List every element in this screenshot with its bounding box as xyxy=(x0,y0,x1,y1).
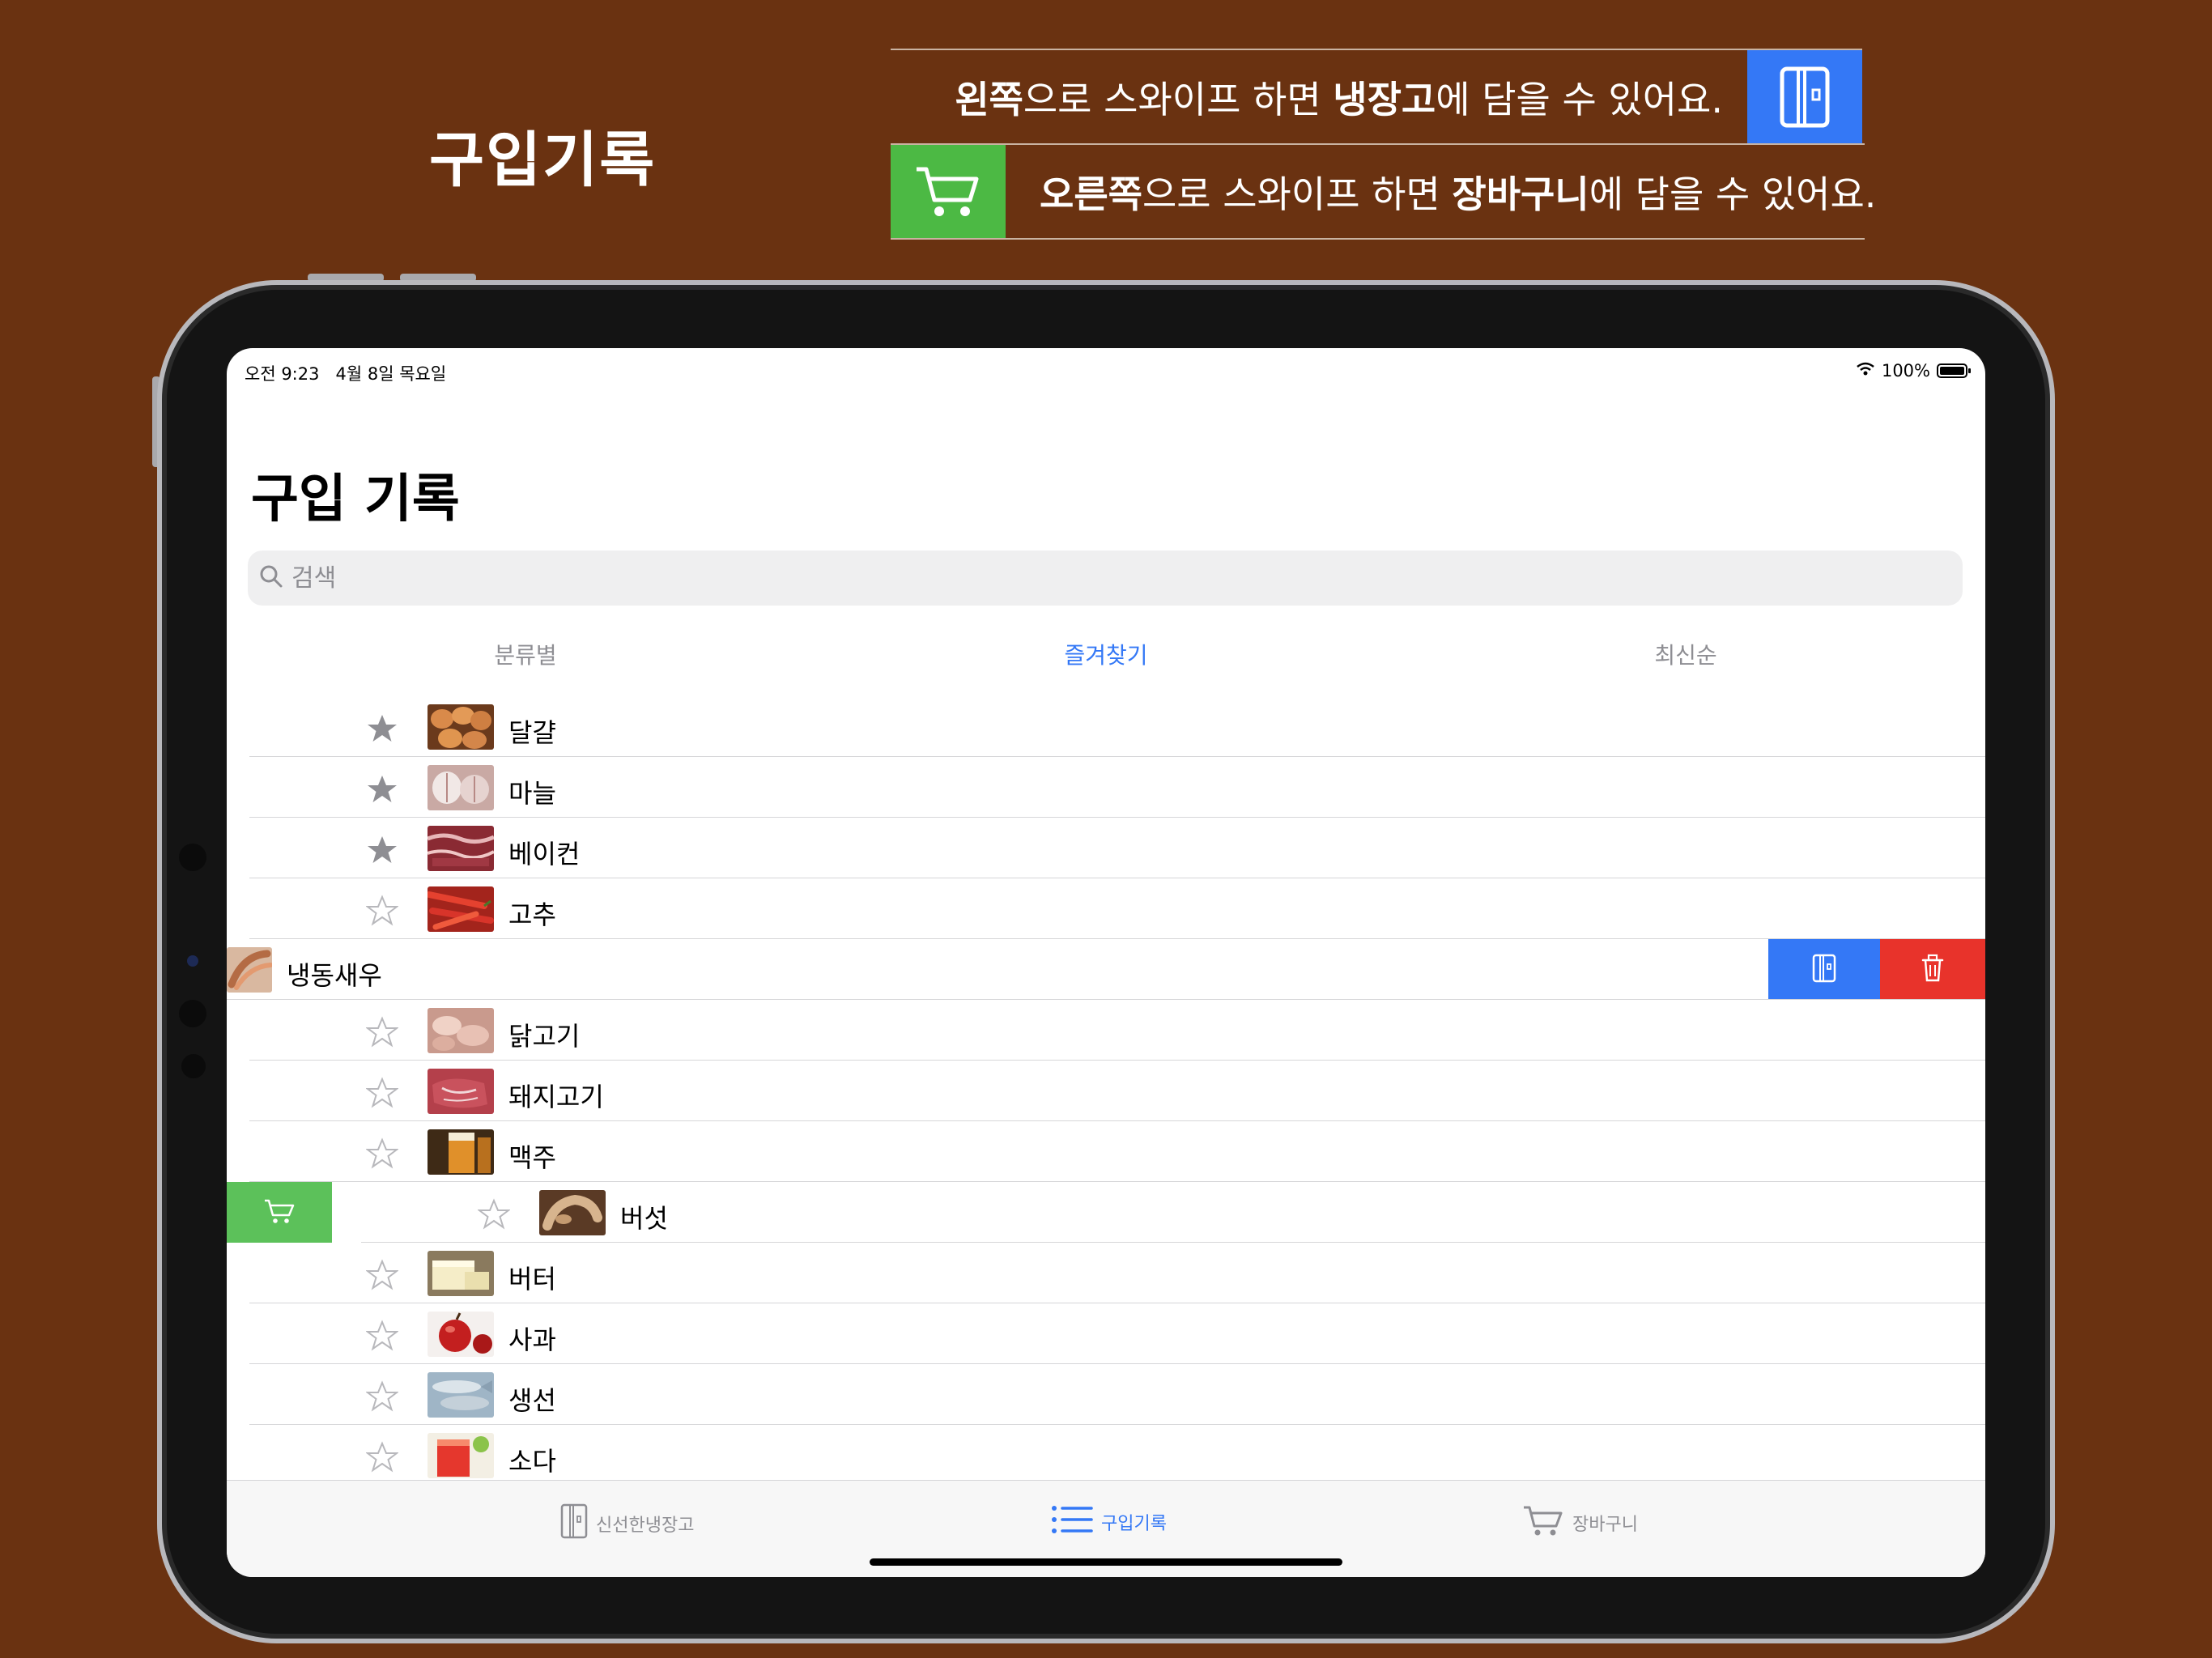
banner-title: 구입기록 xyxy=(429,125,657,195)
segment-recent[interactable]: 최신순 xyxy=(1654,638,1716,670)
screen: 오전 9:23 4월 8일 목요일 100% 구입 기록 분류별 즐겨찾기 최신… xyxy=(227,348,1985,1577)
list-item[interactable]: 마늘 xyxy=(227,757,1985,818)
item-photo xyxy=(428,1129,494,1175)
favorite-star-icon[interactable] xyxy=(365,1259,399,1291)
fridge-icon xyxy=(1812,954,1836,986)
item-photo xyxy=(539,1190,606,1235)
tab-history-label: 구입기록 xyxy=(1101,1514,1167,1534)
status-datetime: 오전 9:23 4월 8일 목요일 xyxy=(245,364,447,384)
cart-icon xyxy=(891,145,1006,238)
item-photo xyxy=(428,886,494,932)
tab-history[interactable]: 구입기록 xyxy=(1051,1503,1167,1541)
item-photo xyxy=(428,704,494,750)
list-icon xyxy=(1051,1503,1093,1541)
favorite-star-icon[interactable] xyxy=(365,1441,399,1473)
cart-icon xyxy=(263,1197,296,1228)
item-photo xyxy=(428,1008,494,1053)
camera-sensor xyxy=(179,1000,206,1027)
list-item[interactable]: 고추 xyxy=(227,878,1985,939)
favorite-star-icon[interactable] xyxy=(365,1077,399,1109)
fridge-icon xyxy=(560,1503,588,1544)
wifi-icon xyxy=(1856,361,1875,380)
favorite-star-icon[interactable] xyxy=(365,1380,399,1413)
camera-sensor xyxy=(181,1054,206,1078)
camera-sensor xyxy=(179,844,206,871)
item-name: 냉동새우 xyxy=(287,960,382,991)
item-photo xyxy=(428,826,494,871)
add-to-cart-button[interactable] xyxy=(227,1182,332,1243)
hint-swipe-left-text: 왼쪽으로 스와이프 하면 냉장고에 담을 수 있어요. xyxy=(955,77,1723,121)
item-name: 버터 xyxy=(508,1264,556,1295)
item-name: 마늘 xyxy=(508,778,556,809)
hint-swipe-left: 왼쪽으로 스와이프 하면 냉장고에 담을 수 있어요. xyxy=(891,49,1862,145)
favorite-star-icon[interactable] xyxy=(366,834,398,866)
segment-category[interactable]: 분류별 xyxy=(494,638,556,670)
status-bar: 오전 9:23 4월 8일 목요일 100% xyxy=(245,356,1971,384)
list-item[interactable]: 닭고기 xyxy=(227,1000,1985,1061)
item-name: 사과 xyxy=(508,1324,556,1355)
tab-cart[interactable]: 장바구니 xyxy=(1522,1503,1638,1542)
list-item[interactable]: 생선 xyxy=(227,1364,1985,1425)
hint-swipe-right: 오른쪽으로 스와이프 하면 장바구니에 담을 수 있어요. xyxy=(891,143,1876,240)
hint-swipe-right-text: 오른쪽으로 스와이프 하면 장바구니에 담을 수 있어요. xyxy=(1040,172,1877,216)
item-name: 고추 xyxy=(508,899,556,930)
battery-percent: 100% xyxy=(1881,361,1930,380)
item-name: 소다 xyxy=(508,1446,556,1477)
search-icon xyxy=(259,564,283,592)
list-item[interactable]: 베이컨 xyxy=(227,818,1985,878)
favorite-star-icon[interactable] xyxy=(366,773,398,806)
item-photo xyxy=(428,765,494,810)
favorite-star-icon[interactable] xyxy=(365,895,399,927)
list-item[interactable]: 사과 xyxy=(227,1303,1985,1364)
fridge-icon xyxy=(1747,50,1862,143)
cart-icon xyxy=(1522,1503,1564,1542)
item-photo xyxy=(428,1312,494,1357)
search-bar[interactable] xyxy=(248,551,1963,606)
segment-favorites[interactable]: 즐겨찾기 xyxy=(1064,638,1147,670)
list-item[interactable]: 냉동새우 xyxy=(227,939,1985,1000)
search-input[interactable] xyxy=(290,563,1831,593)
favorite-star-icon[interactable] xyxy=(365,1320,399,1352)
favorite-star-icon[interactable] xyxy=(477,1198,511,1231)
favorite-star-icon[interactable] xyxy=(365,1016,399,1048)
purchase-history-list: 달걀마늘베이컨고추냉동새우닭고기돼지고기맥주버섯버터사과생선소다 xyxy=(227,696,1985,1486)
trash-icon xyxy=(1921,954,1945,986)
delete-button[interactable] xyxy=(1880,939,1985,1000)
list-item[interactable]: 버섯 xyxy=(227,1182,1985,1243)
item-name: 맥주 xyxy=(508,1142,556,1173)
status-right: 100% xyxy=(1856,361,1971,380)
item-name: 달걀 xyxy=(508,717,556,748)
item-photo xyxy=(428,1251,494,1296)
favorite-star-icon[interactable] xyxy=(365,1137,399,1170)
item-photo xyxy=(227,947,272,993)
list-item[interactable]: 소다 xyxy=(227,1425,1985,1486)
add-to-fridge-button[interactable] xyxy=(1768,939,1880,1000)
page-title: 구입 기록 xyxy=(251,470,460,529)
list-item[interactable]: 달걀 xyxy=(227,696,1985,757)
item-name: 베이컨 xyxy=(508,839,581,869)
camera-lens xyxy=(187,955,198,967)
tab-fridge[interactable]: 신선한냉장고 xyxy=(560,1503,694,1544)
item-photo xyxy=(428,1433,494,1478)
item-photo xyxy=(428,1069,494,1114)
list-item[interactable]: 맥주 xyxy=(227,1121,1985,1182)
list-item[interactable]: 버터 xyxy=(227,1243,1985,1303)
item-name: 생선 xyxy=(508,1385,556,1416)
item-photo xyxy=(428,1372,494,1418)
tab-cart-label: 장바구니 xyxy=(1572,1515,1638,1535)
home-indicator xyxy=(870,1558,1342,1566)
item-name: 닭고기 xyxy=(508,1021,581,1052)
favorite-star-icon[interactable] xyxy=(366,712,398,745)
battery-icon xyxy=(1937,363,1971,378)
tab-fridge-label: 신선한냉장고 xyxy=(596,1516,695,1536)
item-name: 버섯 xyxy=(620,1203,668,1234)
sort-segmented-control: 분류별 즐겨찾기 최신순 xyxy=(227,638,1985,678)
list-item[interactable]: 돼지고기 xyxy=(227,1061,1985,1121)
item-name: 돼지고기 xyxy=(508,1082,604,1112)
